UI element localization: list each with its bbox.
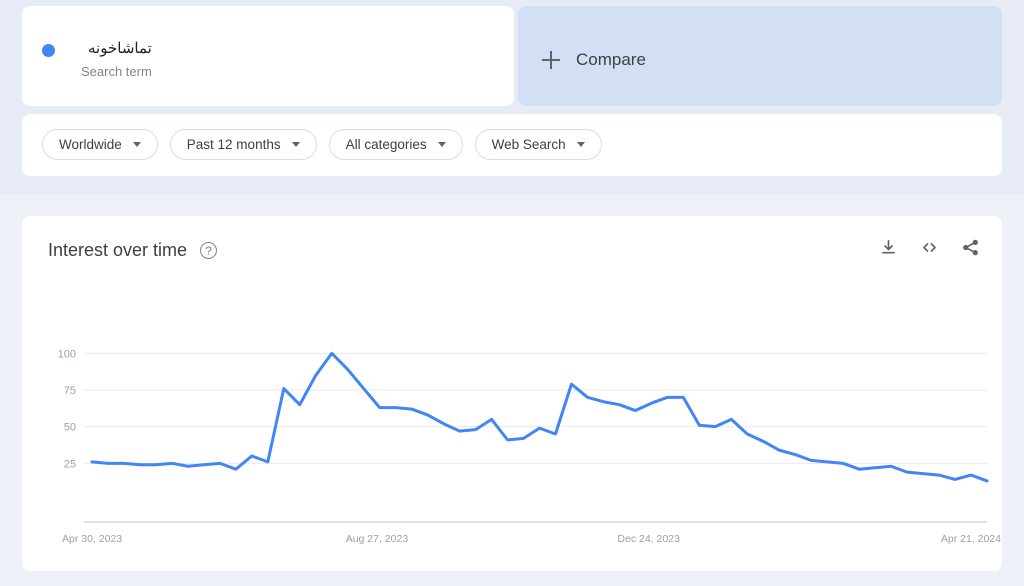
compare-content: Compare bbox=[542, 50, 646, 70]
chart-title-wrap: Interest over time ? bbox=[48, 240, 217, 261]
search-term-card[interactable]: تماشاخونه Search term bbox=[22, 6, 514, 106]
series-color-dot bbox=[42, 44, 55, 57]
share-icon[interactable] bbox=[961, 238, 980, 262]
filter-time-range[interactable]: Past 12 months bbox=[170, 129, 317, 160]
search-term-type: Search term bbox=[81, 62, 152, 82]
x-axis-tick-label: Aug 27, 2023 bbox=[346, 533, 409, 545]
download-icon[interactable] bbox=[879, 238, 898, 262]
plus-icon bbox=[542, 51, 560, 69]
filters-row: Worldwide Past 12 months All categories … bbox=[42, 129, 602, 160]
y-axis-tick-label: 75 bbox=[64, 385, 76, 397]
chart-actions bbox=[879, 238, 980, 262]
interest-over-time-chart[interactable]: 25 50 75 100 Apr 30, 2023 Aug 27, 2023 Dec 24,… bbox=[22, 312, 1002, 552]
filter-category[interactable]: All categories bbox=[329, 129, 463, 160]
search-term-content: تماشاخونه Search term bbox=[42, 39, 152, 82]
y-axis-tick-label: 25 bbox=[64, 458, 76, 470]
chart-svg: 25 50 75 100 Apr 30, 2023 Aug 27, 2023 Dec 24,… bbox=[22, 312, 1002, 552]
x-axis-tick-label: Apr 30, 2023 bbox=[62, 533, 122, 545]
x-axis-tick-label: Apr 21, 2024 bbox=[941, 533, 1001, 545]
filter-search-type-label: Web Search bbox=[492, 137, 566, 152]
search-term-texts: تماشاخونه Search term bbox=[81, 39, 152, 82]
chevron-down-icon bbox=[133, 142, 141, 147]
filter-time-range-label: Past 12 months bbox=[187, 137, 281, 152]
filter-search-type[interactable]: Web Search bbox=[475, 129, 602, 160]
chevron-down-icon bbox=[577, 142, 585, 147]
page-title: Interest over time bbox=[48, 240, 187, 261]
filters-card: Worldwide Past 12 months All categories … bbox=[22, 114, 1002, 176]
compare-button[interactable]: Compare bbox=[518, 6, 1002, 106]
search-term-row: تماشاخونه Search term Compare bbox=[22, 6, 1002, 106]
compare-label: Compare bbox=[576, 50, 646, 70]
chart-header: Interest over time ? bbox=[48, 238, 980, 262]
trend-line bbox=[92, 353, 987, 481]
filter-location-label: Worldwide bbox=[59, 137, 122, 152]
x-axis-tick-label: Dec 24, 2023 bbox=[617, 533, 680, 545]
help-icon[interactable]: ? bbox=[200, 242, 217, 259]
interest-over-time-card: Interest over time ? bbox=[22, 216, 1002, 571]
y-axis-tick-label: 50 bbox=[64, 422, 76, 434]
embed-icon[interactable] bbox=[920, 238, 939, 262]
chevron-down-icon bbox=[438, 142, 446, 147]
y-axis-tick-label: 100 bbox=[58, 348, 76, 360]
chevron-down-icon bbox=[292, 142, 300, 147]
search-term-label: تماشاخونه bbox=[81, 39, 152, 59]
filter-location[interactable]: Worldwide bbox=[42, 129, 158, 160]
filter-category-label: All categories bbox=[346, 137, 427, 152]
